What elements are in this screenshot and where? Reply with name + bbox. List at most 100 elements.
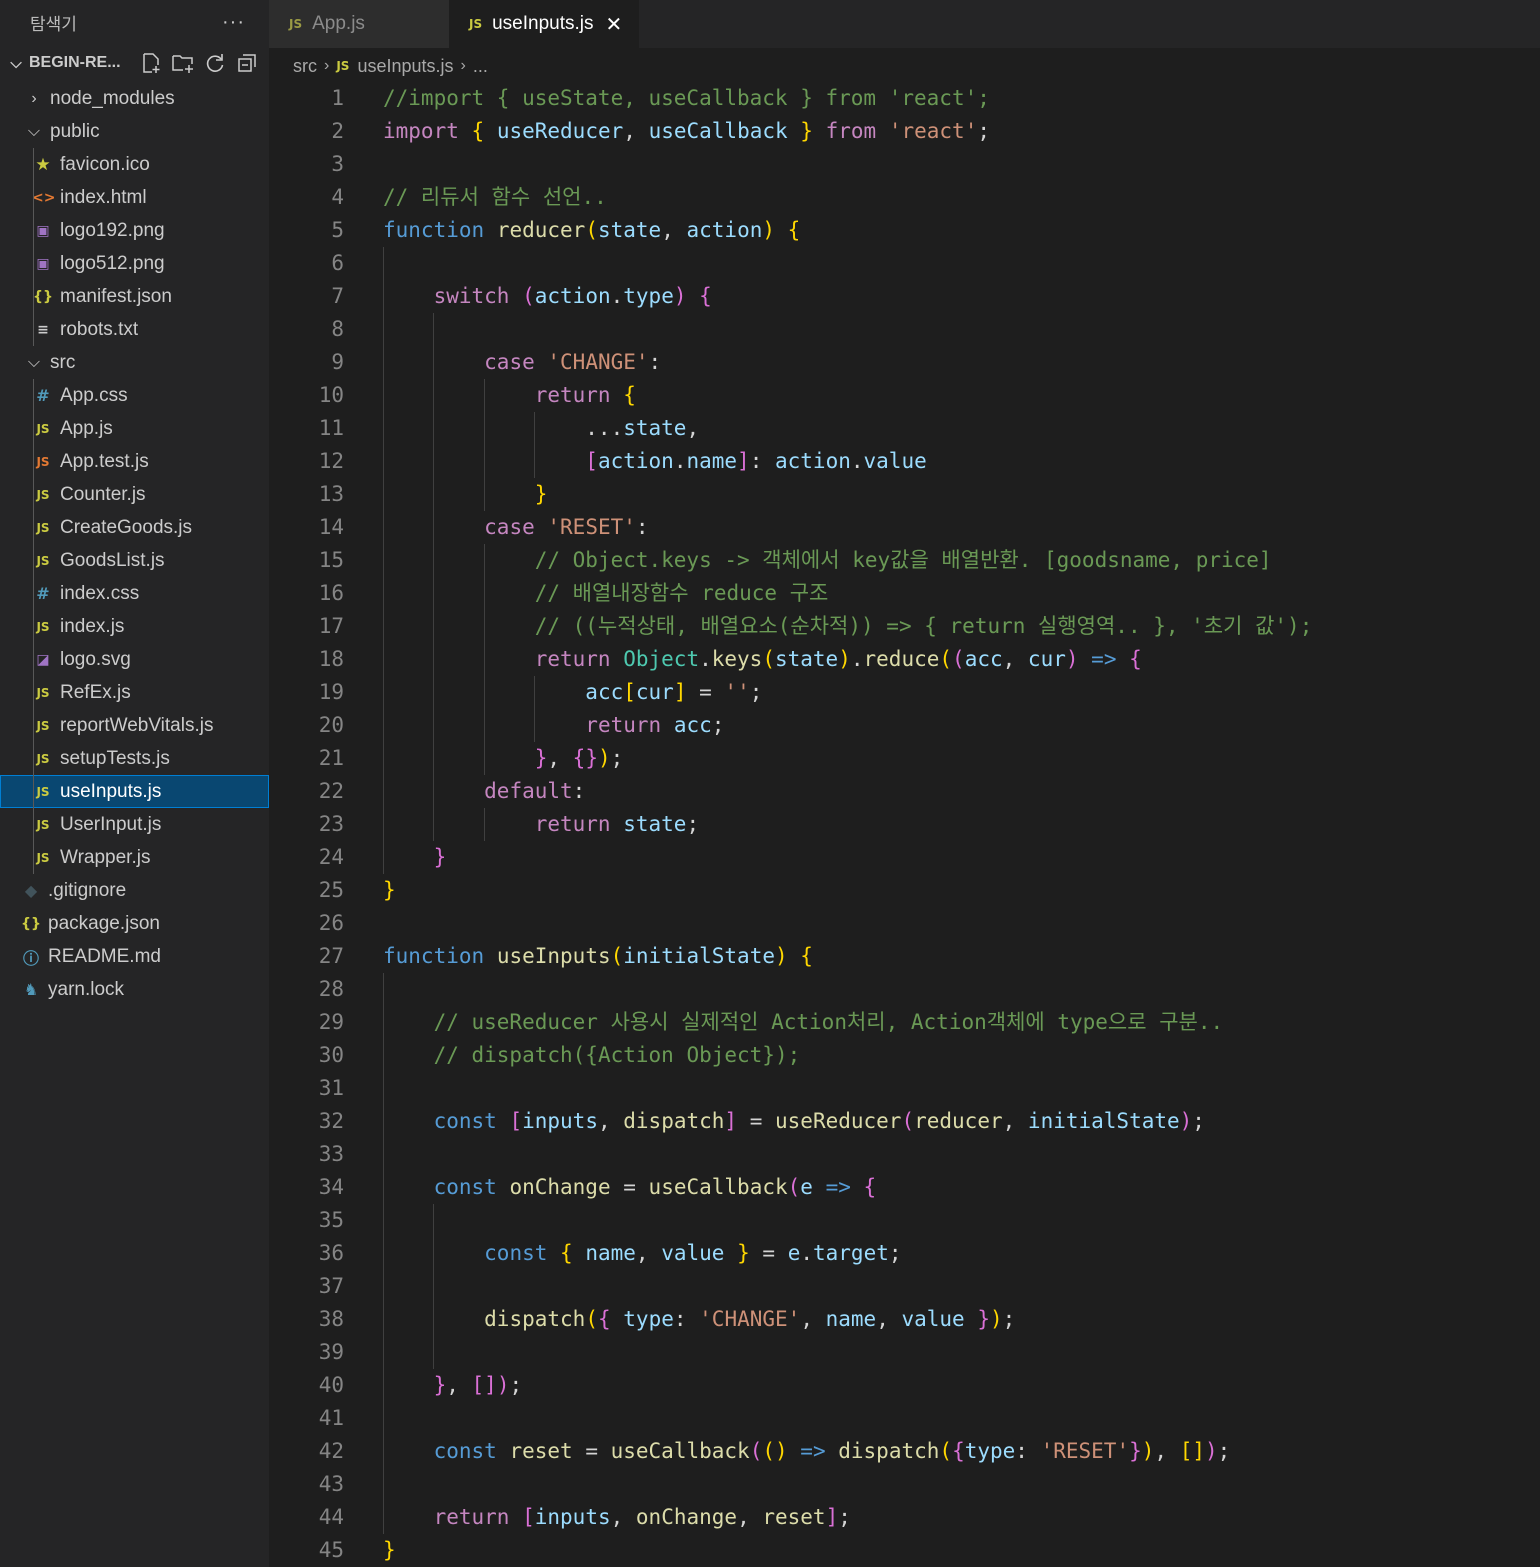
code-line[interactable]: 11 ...state, [269,412,1540,445]
code-line[interactable]: 32 const [inputs, dispatch] = useReducer… [269,1105,1540,1138]
file-item[interactable]: <> index.html [0,181,269,214]
code-line[interactable]: 17 // ((누적상태, 배열요소(순차적)) => { return 실행영… [269,610,1540,643]
file-item[interactable]: JS App.js [0,412,269,445]
code-line[interactable]: 2 import { useReducer, useCallback } from… [269,115,1540,148]
code-line[interactable]: 39 [269,1336,1540,1369]
code-text: [action.name]: action.value [383,445,926,478]
code-line[interactable]: 10 return { [269,379,1540,412]
code-token: value [901,1307,965,1331]
folder-item[interactable]: › node_modules [0,82,269,115]
code-line[interactable]: 42 const reset = useCallback(() => dispa… [269,1435,1540,1468]
code-line[interactable]: 24 } [269,841,1540,874]
file-item[interactable]: JS Counter.js [0,478,269,511]
file-item[interactable]: ◪ logo.svg [0,643,269,676]
folder-item[interactable]: ⌵ src [0,346,269,379]
code-line[interactable]: 26 [269,907,1540,940]
code-editor[interactable]: 1 //import { useState, useCallback } from… [269,82,1540,1567]
code-token: ( [762,647,775,671]
code-line[interactable]: 5 function reducer(state, action) { [269,214,1540,247]
code-line[interactable]: 30 // dispatch({Action Object}); [269,1039,1540,1072]
code-line[interactable]: 14 case 'RESET': [269,511,1540,544]
more-actions-icon[interactable]: ··· [222,11,245,34]
file-item[interactable]: JS CreateGoods.js [0,511,269,544]
code-line[interactable]: 19 acc[cur] = ''; [269,676,1540,709]
code-line[interactable]: 36 const { name, value } = e.target; [269,1237,1540,1270]
code-line[interactable]: 9 case 'CHANGE': [269,346,1540,379]
code-line[interactable]: 27 function useInputs(initialState) { [269,940,1540,973]
collapse-all-icon[interactable] [235,51,259,75]
code-line[interactable]: 35 [269,1204,1540,1237]
breadcrumb-file[interactable]: useInputs.js [357,56,453,77]
code-line[interactable]: 4 // 리듀서 함수 선언.. [269,181,1540,214]
code-token: from [825,119,877,143]
code-line[interactable]: 1 //import { useState, useCallback } from… [269,82,1540,115]
file-item[interactable]: JS setupTests.js [0,742,269,775]
code-line[interactable]: 37 [269,1270,1540,1303]
breadcrumb-folder[interactable]: src [293,56,317,77]
file-item[interactable]: JS Wrapper.js [0,841,269,874]
file-item[interactable]: # App.css [0,379,269,412]
code-line[interactable]: 45} [269,1534,1540,1567]
file-item[interactable]: JS RefEx.js [0,676,269,709]
code-line[interactable]: 28 [269,973,1540,1006]
file-item[interactable]: # index.css [0,577,269,610]
file-item[interactable]: ◆ .gitignore [0,874,269,907]
line-number: 22 [318,779,344,803]
file-item[interactable]: JS App.test.js [0,445,269,478]
code-line[interactable]: 31 [269,1072,1540,1105]
code-line[interactable]: 23 return state; [269,808,1540,841]
file-item[interactable]: ⓘ README.md [0,940,269,973]
file-item[interactable]: ▣ logo192.png [0,214,269,247]
file-item[interactable]: {} package.json [0,907,269,940]
code-line[interactable]: 29 // useReducer 사용시 실제적인 Action처리, Acti… [269,1006,1540,1039]
file-item[interactable]: JS reportWebVitals.js [0,709,269,742]
code-line[interactable]: 7 switch (action.type) { [269,280,1540,313]
code-line[interactable]: 18 return Object.keys(state).reduce((acc… [269,643,1540,676]
project-folder-row[interactable]: ⌵ BEGIN-RE... [0,44,269,82]
code-line[interactable]: 21 }, {}); [269,742,1540,775]
code-line[interactable]: 34 const onChange = useCallback(e => { [269,1171,1540,1204]
file-item[interactable]: JS UserInput.js [0,808,269,841]
code-line[interactable]: 15 // Object.keys -> 객체에서 key값을 배열반환. [g… [269,544,1540,577]
code-line[interactable]: 44 return [inputs, onChange, reset]; [269,1501,1540,1534]
code-line[interactable]: 40 }, []); [269,1369,1540,1402]
code-line[interactable]: 38 dispatch({ type: 'CHANGE', name, valu… [269,1303,1540,1336]
code-line[interactable]: 13 } [269,478,1540,511]
file-item[interactable]: ≡ robots.txt [0,313,269,346]
code-token: : [648,350,662,374]
tab-app-js[interactable]: JS App.js [269,0,449,48]
file-item[interactable]: JS index.js [0,610,269,643]
tree-item-label: index.js [60,615,125,637]
new-file-icon[interactable] [139,51,163,75]
code-line[interactable]: 8 [269,313,1540,346]
code-line[interactable]: 25} [269,874,1540,907]
code-token: ( [901,1109,915,1133]
file-item[interactable]: JS GoodsList.js [0,544,269,577]
file-item[interactable]: ▣ logo512.png [0,247,269,280]
code-line[interactable]: 33 [269,1138,1540,1171]
code-line[interactable]: 6 [269,247,1540,280]
code-line[interactable]: 12 [action.name]: action.value [269,445,1540,478]
code-token: initialState [1027,1109,1180,1133]
code-line[interactable]: 20 return acc; [269,709,1540,742]
folder-item[interactable]: ⌵ public [0,115,269,148]
code-line[interactable]: 22 default: [269,775,1540,808]
code-line[interactable]: 16 // 배열내장함수 reduce 구조 [269,577,1540,610]
file-item[interactable]: ★ favicon.ico [0,148,269,181]
code-line[interactable]: 41 [269,1402,1540,1435]
refresh-icon[interactable] [203,51,227,75]
line-number: 33 [318,1142,344,1166]
tab-useinputs-js[interactable]: JS useInputs.js ✕ [449,0,639,48]
code-line[interactable]: 3 [269,148,1540,181]
new-folder-icon[interactable] [171,51,195,75]
breadcrumb-more[interactable]: ... [473,56,488,77]
code-token: ) [1179,1109,1193,1133]
code-line[interactable]: 43 [269,1468,1540,1501]
close-icon[interactable]: ✕ [606,12,623,37]
file-item[interactable]: JS useInputs.js [0,775,269,808]
file-item[interactable]: ♞ yarn.lock [0,973,269,1006]
file-item[interactable]: {} manifest.json [0,280,269,313]
code-token: ( [585,1307,598,1331]
